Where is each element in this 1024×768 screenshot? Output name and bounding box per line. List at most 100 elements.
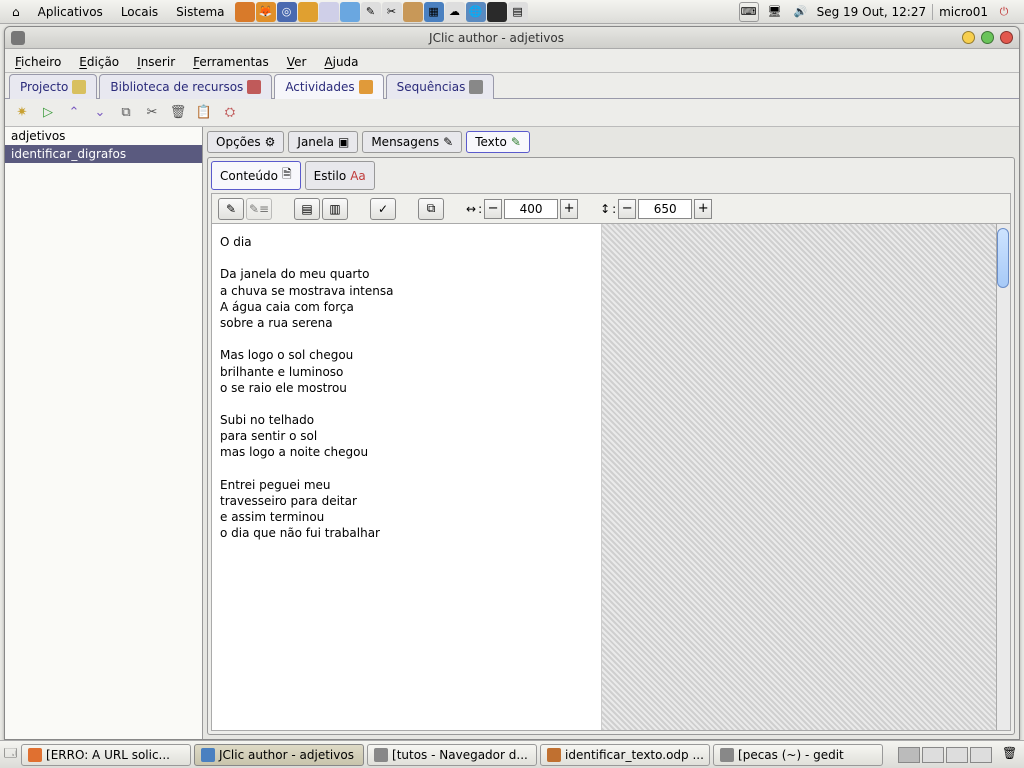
activity-content: Opções⚙ Janela▣ Mensagens✎ Texto✎ Conteú… bbox=[203, 127, 1019, 739]
tab-sequences[interactable]: Sequências bbox=[386, 74, 495, 99]
app-icon[interactable] bbox=[298, 2, 318, 22]
launch-icon[interactable] bbox=[235, 2, 255, 22]
app-icon[interactable]: ▤ bbox=[508, 2, 528, 22]
taskbar-task[interactable]: [pecas (~) - gedit bbox=[713, 744, 883, 766]
document-area: O diaDa janela do meu quartoa chuva se m… bbox=[212, 224, 1010, 730]
workspace-4[interactable] bbox=[970, 747, 992, 763]
height-input[interactable] bbox=[638, 199, 692, 219]
app-icon[interactable]: ✎ bbox=[361, 2, 381, 22]
menu-edit[interactable]: Edição bbox=[79, 55, 119, 69]
app-icon[interactable] bbox=[319, 2, 339, 22]
activity-subtabs: Opções⚙ Janela▣ Mensagens✎ Texto✎ bbox=[207, 131, 1015, 153]
app-icon[interactable] bbox=[340, 2, 360, 22]
text-icon: ✎ bbox=[511, 135, 521, 149]
tab-project[interactable]: Projecto bbox=[9, 74, 97, 99]
menu-view[interactable]: Ver bbox=[287, 55, 307, 69]
width-input[interactable] bbox=[504, 199, 558, 219]
app-icon[interactable]: ☁ bbox=[445, 2, 465, 22]
text-line: sobre a rua serena bbox=[220, 315, 593, 331]
taskbar-task[interactable]: JClic author - adjetivos bbox=[194, 744, 364, 766]
target-tool-icon[interactable]: ✎ bbox=[218, 198, 244, 220]
props-icon[interactable]: ⛭ bbox=[221, 104, 239, 122]
activity-list: adjetivosidentificar_digrafos bbox=[5, 127, 203, 739]
titlebar[interactable]: JClic author - adjetivos bbox=[5, 27, 1019, 49]
menu-tools[interactable]: Ferramentas bbox=[193, 55, 269, 69]
paneltab-content[interactable]: Conteúdo🗎 bbox=[211, 161, 301, 190]
target-edit-icon[interactable]: ✎≡ bbox=[246, 198, 272, 220]
width-plus[interactable]: + bbox=[560, 199, 578, 219]
taskbar-task[interactable]: [ERRO: A URL solic... bbox=[21, 744, 191, 766]
menu-places[interactable]: Locais bbox=[113, 3, 166, 21]
trash-icon[interactable]: 🗑 bbox=[1002, 746, 1020, 764]
subtab-window[interactable]: Janela▣ bbox=[288, 131, 358, 153]
document-page[interactable]: O diaDa janela do meu quartoa chuva se m… bbox=[212, 224, 602, 730]
layout-icon[interactable]: ⧉ bbox=[418, 198, 444, 220]
paneltab-style[interactable]: EstiloAa bbox=[305, 161, 375, 190]
width-minus[interactable]: − bbox=[484, 199, 502, 219]
show-desktop-icon[interactable]: 🗔 bbox=[4, 744, 17, 765]
maximize-button[interactable] bbox=[981, 31, 994, 44]
workspace-3[interactable] bbox=[946, 747, 968, 763]
app-window: JClic author - adjetivos Ficheiro Edição… bbox=[4, 26, 1020, 740]
scroll-thumb[interactable] bbox=[997, 228, 1009, 288]
sequences-icon bbox=[469, 80, 483, 94]
up-icon[interactable]: ⌃ bbox=[65, 104, 83, 122]
paste-icon[interactable]: 📋 bbox=[195, 104, 213, 122]
sidebar-item[interactable]: identificar_digrafos bbox=[5, 145, 202, 163]
menu-file[interactable]: Ficheiro bbox=[15, 55, 61, 69]
tab-media[interactable]: Biblioteca de recursos bbox=[99, 74, 272, 99]
app-icon[interactable]: ✂ bbox=[382, 2, 402, 22]
workspace-2[interactable] bbox=[922, 747, 944, 763]
run-icon[interactable]: ▷ bbox=[39, 104, 57, 122]
project-icon bbox=[72, 80, 86, 94]
app-icon[interactable]: ◎ bbox=[277, 2, 297, 22]
text-line: Subi no telhado bbox=[220, 412, 593, 428]
menu-system[interactable]: Sistema bbox=[168, 3, 232, 21]
main-tabs: Projecto Biblioteca de recursos Activida… bbox=[5, 73, 1019, 99]
workspace-switcher[interactable] bbox=[898, 747, 992, 763]
sidebar-item[interactable]: adjetivos bbox=[5, 127, 202, 145]
home-icon[interactable]: ⌂ bbox=[4, 3, 28, 21]
menu-help[interactable]: Ajuda bbox=[324, 55, 358, 69]
height-plus[interactable]: + bbox=[694, 199, 712, 219]
app-icon[interactable]: 🌐 bbox=[466, 2, 486, 22]
taskbar-task[interactable]: identificar_texto.odp ... bbox=[540, 744, 710, 766]
menubar: Ficheiro Edição Inserir Ferramentas Ver … bbox=[5, 49, 1019, 73]
insert-cell-icon[interactable]: ▥ bbox=[322, 198, 348, 220]
user-label[interactable]: micro01 bbox=[939, 5, 988, 19]
app-icon[interactable] bbox=[403, 2, 423, 22]
volume-icon[interactable]: 🔊 bbox=[791, 2, 811, 22]
document-margin bbox=[602, 224, 1010, 730]
new-activity-icon[interactable]: ✷ bbox=[13, 104, 31, 122]
firefox-icon[interactable]: 🦊 bbox=[256, 2, 276, 22]
close-button[interactable] bbox=[1000, 31, 1013, 44]
task-icon bbox=[720, 748, 734, 762]
clock[interactable]: Seg 19 Out, 12:27 bbox=[817, 5, 926, 19]
delete-icon[interactable]: 🗑 bbox=[169, 104, 187, 122]
keyboard-indicator-icon[interactable]: ⌨ bbox=[739, 2, 759, 22]
subtab-messages[interactable]: Mensagens✎ bbox=[362, 131, 462, 153]
cut-icon[interactable]: ✂ bbox=[143, 104, 161, 122]
task-icon bbox=[28, 748, 42, 762]
network-icon[interactable]: 🖥 bbox=[765, 2, 785, 22]
check-icon[interactable]: ✓ bbox=[370, 198, 396, 220]
tab-activities[interactable]: Actividades bbox=[274, 74, 383, 99]
app-icon[interactable]: ▦ bbox=[424, 2, 444, 22]
width-icon: ↔ bbox=[466, 202, 476, 216]
task-icon bbox=[547, 748, 561, 762]
minimize-button[interactable] bbox=[962, 31, 975, 44]
power-icon[interactable]: ⏻ bbox=[994, 2, 1014, 22]
workspace-1[interactable] bbox=[898, 747, 920, 763]
menu-apps[interactable]: Aplicativos bbox=[30, 3, 111, 21]
insert-box-icon[interactable]: ▤ bbox=[294, 198, 320, 220]
subtab-text[interactable]: Texto✎ bbox=[466, 131, 530, 153]
subtab-options[interactable]: Opções⚙ bbox=[207, 131, 284, 153]
text-line: e assim terminou bbox=[220, 509, 593, 525]
terminal-icon[interactable] bbox=[487, 2, 507, 22]
down-icon[interactable]: ⌄ bbox=[91, 104, 109, 122]
copy-icon[interactable]: ⧉ bbox=[117, 104, 135, 122]
scrollbar-vertical[interactable] bbox=[996, 224, 1010, 730]
menu-insert[interactable]: Inserir bbox=[137, 55, 175, 69]
taskbar-task[interactable]: [tutos - Navegador d... bbox=[367, 744, 537, 766]
height-minus[interactable]: − bbox=[618, 199, 636, 219]
